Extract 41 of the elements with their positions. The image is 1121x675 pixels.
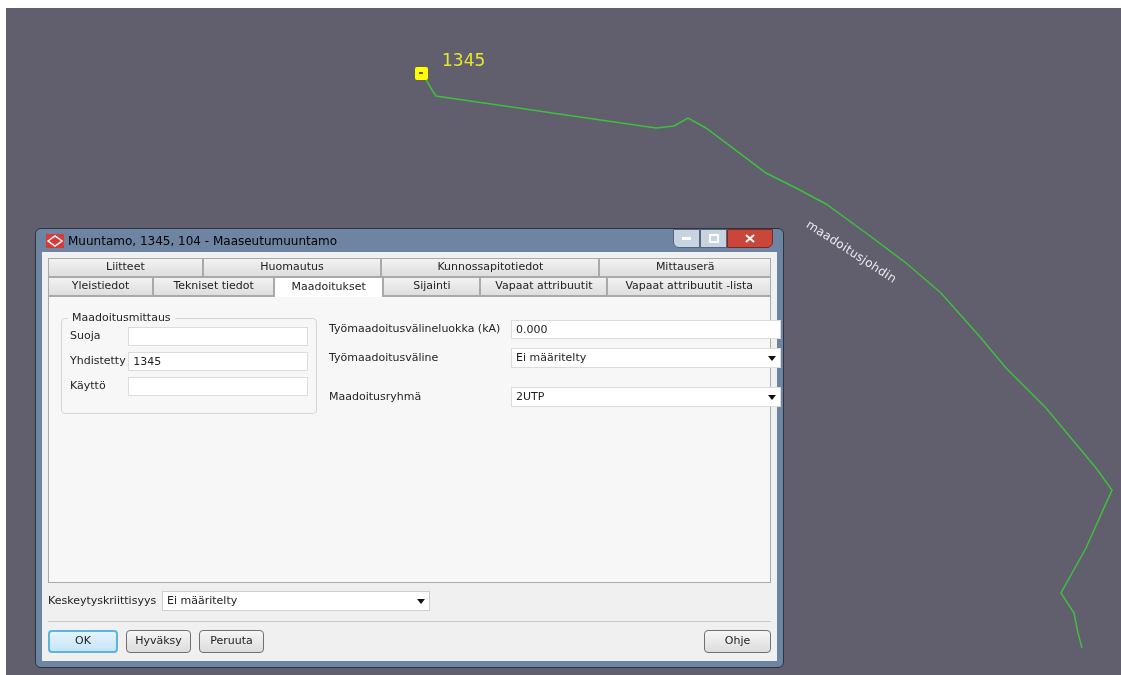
close-button[interactable] (727, 229, 773, 248)
app-icon (46, 233, 64, 248)
input-field[interactable] (128, 327, 308, 346)
minimize-icon (682, 237, 691, 240)
input-field[interactable] (128, 377, 308, 396)
close-icon (745, 234, 755, 243)
tab[interactable]: Kunnossapitotiedot (381, 258, 600, 277)
maximize-icon (708, 234, 719, 243)
input-field[interactable]: 1345 (128, 352, 308, 371)
maximize-button[interactable] (700, 229, 727, 248)
minimize-button[interactable] (673, 229, 700, 248)
tab[interactable]: Tekniset tiedot (153, 277, 275, 296)
combo-box[interactable]: Ei määritelty (511, 348, 781, 368)
field-label: Suoja (70, 328, 102, 345)
help-button[interactable]: Ohje (704, 630, 771, 653)
dropdown-arrow-icon (768, 394, 776, 400)
tab[interactable]: Huomautus (202, 258, 382, 277)
node-label: 1345 (442, 52, 486, 69)
combo-box[interactable]: 2UTP (511, 387, 781, 407)
dropdown-arrow-icon (768, 355, 776, 361)
field-label: Yhdistetty (70, 353, 127, 370)
tab[interactable]: Liitteet (48, 258, 203, 277)
field-label: Työmaadoitusväline (329, 349, 440, 366)
dialog-button[interactable]: Hyväksy (126, 630, 191, 653)
dialog-button[interactable]: OK (48, 630, 118, 653)
field-label: Keskeytyskriittisyys (48, 592, 158, 609)
tab[interactable]: Vapaat attribuutit -lista (607, 277, 771, 296)
combo-box[interactable]: Ei määritelty (162, 591, 430, 611)
field-label: Käyttö (70, 378, 107, 395)
node-marker (415, 67, 428, 80)
dialog-button[interactable]: Peruuta (199, 630, 264, 653)
field-label: Maadoitusryhmä (329, 388, 423, 405)
tab[interactable]: Yleistiedot (48, 277, 154, 296)
dropdown-arrow-icon (417, 598, 425, 604)
tab[interactable]: Mittauserä (599, 258, 771, 277)
input-field[interactable]: 0.000 (511, 320, 781, 339)
window-title: Muuntamo, 1345, 104 - Maaseutumuuntamo (68, 232, 338, 250)
field-label: Työmaadoitusvälineluokka (kA) (329, 321, 502, 338)
tab[interactable]: Maadoitukset (274, 277, 384, 297)
tab[interactable]: Vapaat attribuutit (480, 277, 608, 296)
tab[interactable]: Sijainti (383, 277, 481, 296)
